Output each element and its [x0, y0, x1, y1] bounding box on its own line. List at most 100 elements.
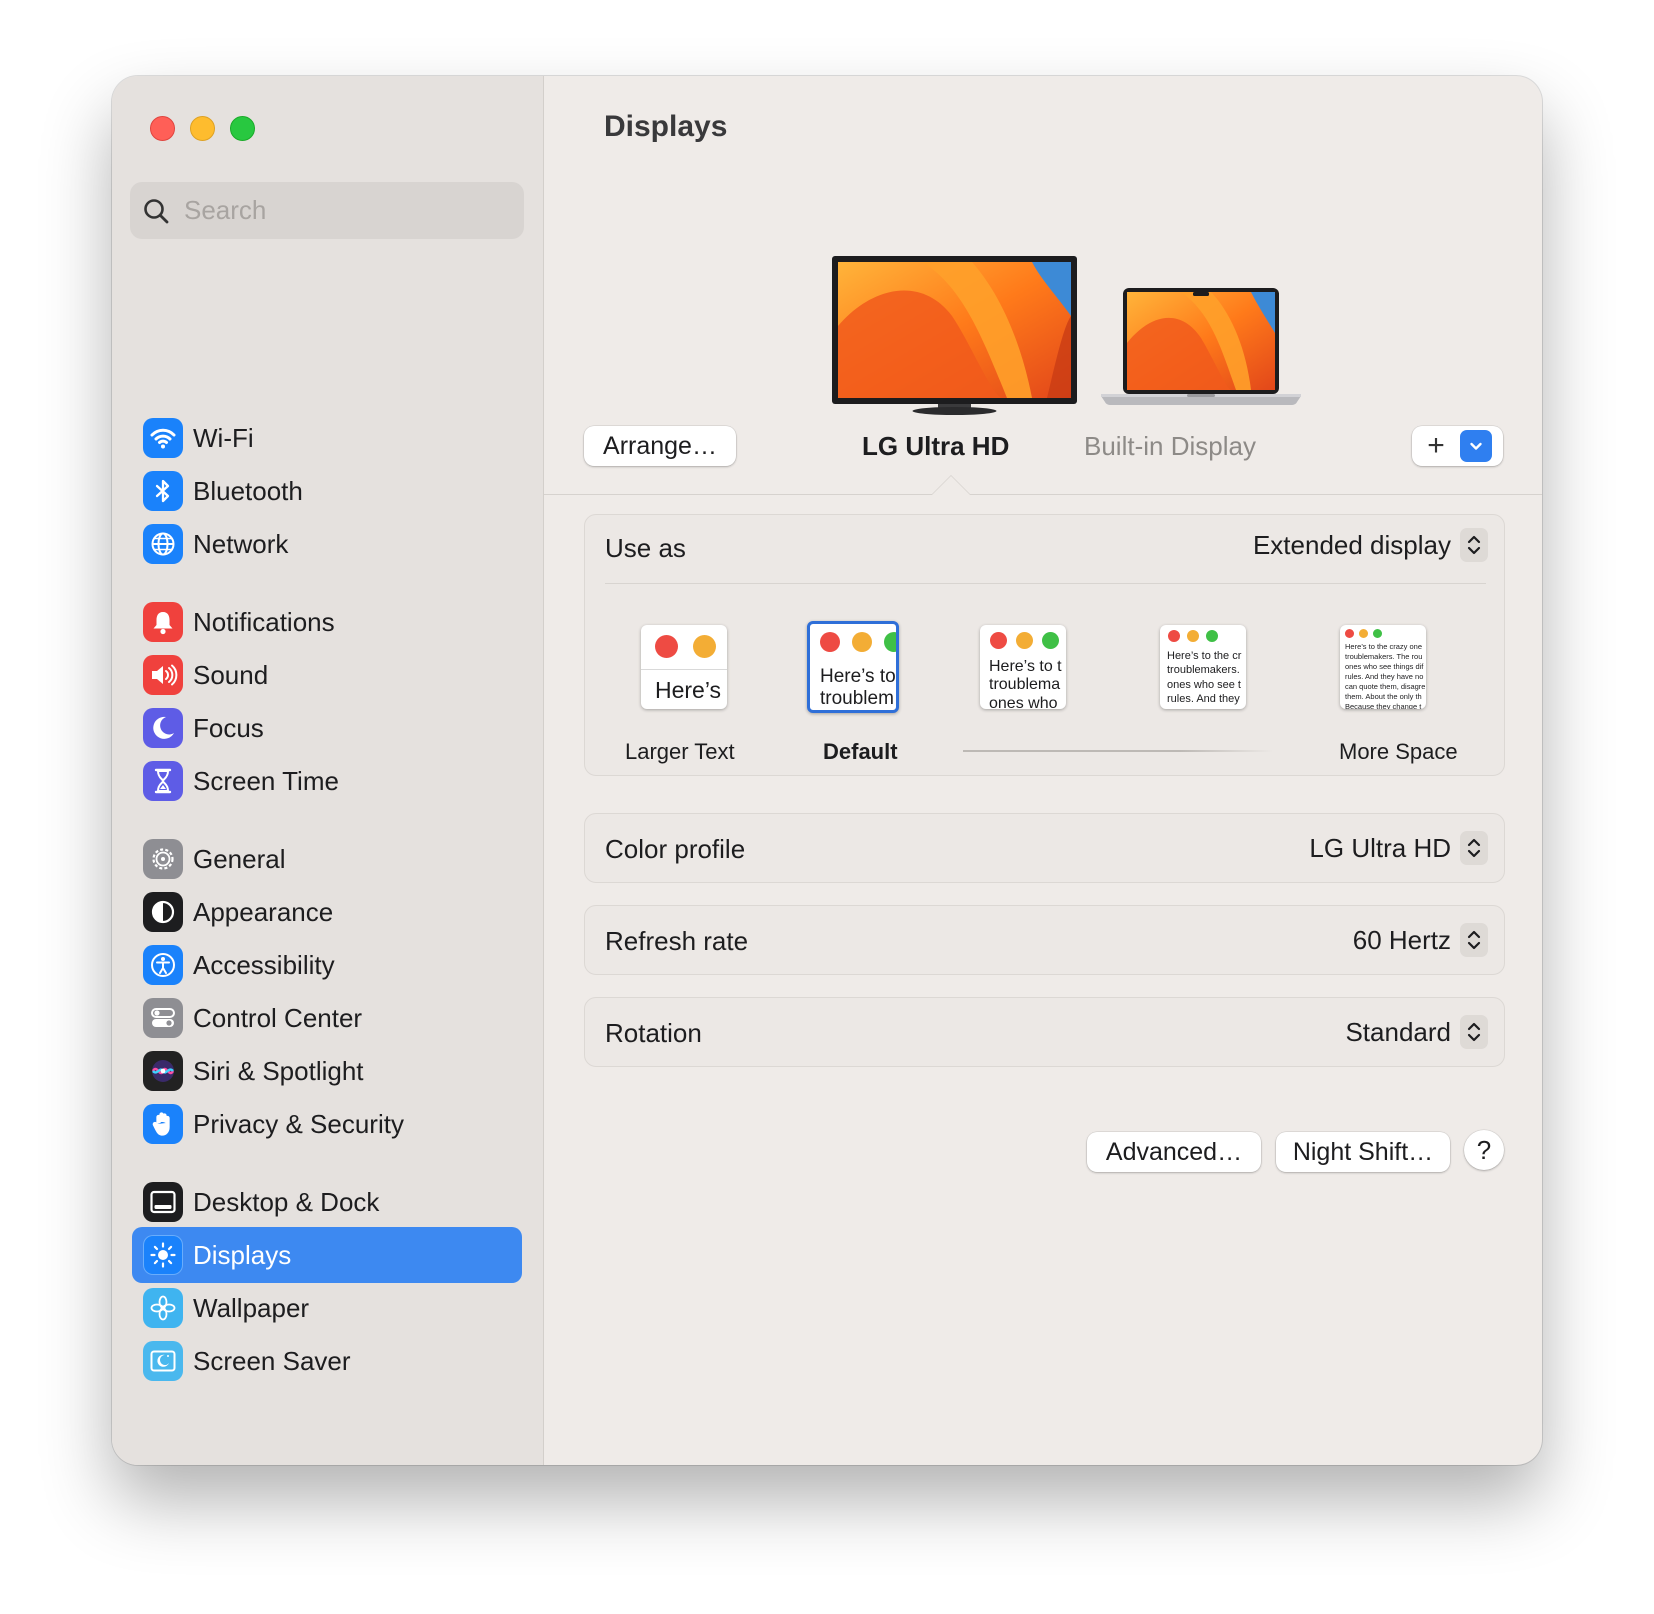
sidebar-item-label: Appearance [193, 896, 334, 927]
globe-icon [143, 524, 183, 564]
window-dots [990, 632, 1059, 649]
sidebar-item-label: Screen Time [193, 765, 339, 796]
sidebar-item-label: Wallpaper [193, 1292, 310, 1323]
bluetooth-icon [143, 471, 183, 511]
wifi-icon [143, 418, 183, 458]
color-profile-popup[interactable]: LG Ultra HD [1309, 831, 1488, 865]
advanced-button[interactable]: Advanced… [1087, 1132, 1261, 1172]
sidebar-item-sound[interactable]: Sound [132, 647, 522, 703]
scale-option-4[interactable]: Here’s to the cr troublemakers. ones who… [1160, 625, 1246, 709]
night-shift-button[interactable]: Night Shift… [1276, 1132, 1450, 1172]
appearance-icon [143, 892, 183, 932]
built-in-display-laptop-image[interactable] [1101, 288, 1301, 408]
zoom-button[interactable] [230, 116, 255, 141]
refresh-rate-popup[interactable]: 60 Hertz [1353, 923, 1488, 957]
sidebar-item-screen-saver[interactable]: Screen Saver [132, 1333, 522, 1389]
toggles-icon [143, 998, 183, 1038]
sidebar-item-focus[interactable]: Focus [132, 700, 522, 756]
sidebar-item-general[interactable]: General [132, 831, 522, 887]
window-dots [655, 635, 716, 658]
selection-pointer [931, 475, 971, 495]
sidebar-item-label: Privacy & Security [193, 1108, 404, 1139]
scale-preview-text: Here’s to troublem [820, 666, 896, 709]
use-as-value: Extended display [1252, 529, 1451, 560]
accessibility-icon [143, 945, 183, 985]
scale-preview-text: Here’s [655, 677, 722, 703]
up-down-chevron-icon [1460, 1015, 1488, 1049]
window-dots [1345, 629, 1382, 638]
window-dots [820, 632, 896, 652]
speaker-icon [143, 655, 183, 695]
rotation-label: Rotation [605, 1018, 702, 1048]
use-as-label: Use as [605, 533, 686, 563]
search-input[interactable] [182, 194, 486, 227]
sidebar-item-label: Displays [193, 1239, 292, 1270]
dock-icon [143, 1182, 183, 1222]
sidebar-item-label: Notifications [193, 606, 335, 637]
sidebar-item-privacy-security[interactable]: Privacy & Security [132, 1096, 522, 1152]
sidebar-item-label: Bluetooth [193, 475, 303, 506]
minimize-button[interactable] [190, 116, 215, 141]
sidebar-item-notifications[interactable]: Notifications [132, 594, 522, 650]
refresh-rate-row: Refresh rate 60 Hertz [584, 905, 1505, 975]
hand-icon [143, 1104, 183, 1144]
sidebar-item-bluetooth[interactable]: Bluetooth [132, 463, 522, 519]
moon-icon [143, 708, 183, 748]
up-down-chevron-icon [1460, 831, 1488, 865]
hourglass-icon [143, 761, 183, 801]
scale-label-larger-text: Larger Text [625, 739, 735, 764]
use-as-popup[interactable]: Extended display [1253, 528, 1488, 562]
sidebar-item-label: Screen Saver [193, 1345, 351, 1376]
scale-option-3[interactable]: Here’s to t troublema ones who [980, 625, 1066, 709]
scale-label-more-space: More Space [1339, 739, 1458, 764]
search-field[interactable] [130, 182, 524, 239]
scale-option-larger-text[interactable]: Here’s [641, 625, 727, 709]
display-name-lg-ultra-hd[interactable]: LG Ultra HD [862, 431, 1009, 462]
sidebar-item-label: Sound [193, 659, 269, 690]
sidebar-item-wifi[interactable]: Wi-Fi [132, 410, 522, 466]
chevron-down-icon [1460, 430, 1492, 462]
add-display-label: + [1427, 429, 1445, 462]
up-down-chevron-icon [1460, 528, 1488, 562]
sidebar-item-appearance[interactable]: Appearance [132, 884, 522, 940]
sidebar-item-siri-spotlight[interactable]: Siri & Spotlight [132, 1043, 522, 1099]
color-profile-value: LG Ultra HD [1309, 832, 1451, 863]
scale-option-default[interactable]: Here’s to troublem [807, 621, 899, 713]
main-content: Displays Arrange… LG Ultra HD Built-in D… [544, 76, 1542, 1465]
refresh-rate-value: 60 Hertz [1352, 924, 1451, 955]
search-icon [144, 198, 169, 223]
sidebar-item-desktop-dock[interactable]: Desktop & Dock [132, 1174, 522, 1230]
sun-icon [143, 1235, 183, 1275]
lg-ultra-hd-monitor-image[interactable] [832, 256, 1077, 416]
add-display-popup-button[interactable]: + [1412, 426, 1503, 466]
sidebar-item-label: General [193, 843, 286, 874]
window-controls [150, 116, 255, 141]
sidebar-item-wallpaper[interactable]: Wallpaper [132, 1280, 522, 1336]
color-profile-label: Color profile [605, 834, 746, 864]
display-name-built-in[interactable]: Built-in Display [1084, 431, 1256, 462]
sidebar-item-label: Focus [193, 712, 264, 743]
scale-preview-text: Here’s to t troublema ones who [989, 658, 1062, 709]
sidebar-item-screen-time[interactable]: Screen Time [132, 753, 522, 809]
sidebar-item-accessibility[interactable]: Accessibility [132, 937, 522, 993]
scale-option-more-space[interactable]: Here’s to the crazy one troublemakers. T… [1340, 625, 1426, 709]
scale-preview-text: Here’s to the crazy one troublemakers. T… [1345, 642, 1426, 709]
use-as-panel: Use as Extended display Here’s Here’s to… [584, 514, 1505, 776]
divider [605, 583, 1486, 584]
sidebar-item-label: Accessibility [193, 949, 335, 980]
rotation-value: Standard [1345, 1016, 1451, 1047]
window-dots [1168, 630, 1218, 642]
sidebar: Wi-Fi Bluetooth Network Notifications [112, 76, 544, 1465]
help-button[interactable]: ? [1464, 1130, 1504, 1170]
rotation-popup[interactable]: Standard [1345, 1015, 1488, 1049]
system-settings-window: Wi-Fi Bluetooth Network Notifications [112, 76, 1542, 1465]
sidebar-item-label: Siri & Spotlight [193, 1055, 364, 1086]
sidebar-item-network[interactable]: Network [132, 516, 522, 572]
arrange-button[interactable]: Arrange… [584, 426, 736, 466]
close-button[interactable] [150, 116, 175, 141]
sidebar-item-control-center[interactable]: Control Center [132, 990, 522, 1046]
sidebar-item-displays[interactable]: Displays [132, 1227, 522, 1283]
sidebar-item-label: Control Center [193, 1002, 363, 1033]
gear-icon [143, 839, 183, 879]
page-title: Displays [604, 110, 728, 143]
